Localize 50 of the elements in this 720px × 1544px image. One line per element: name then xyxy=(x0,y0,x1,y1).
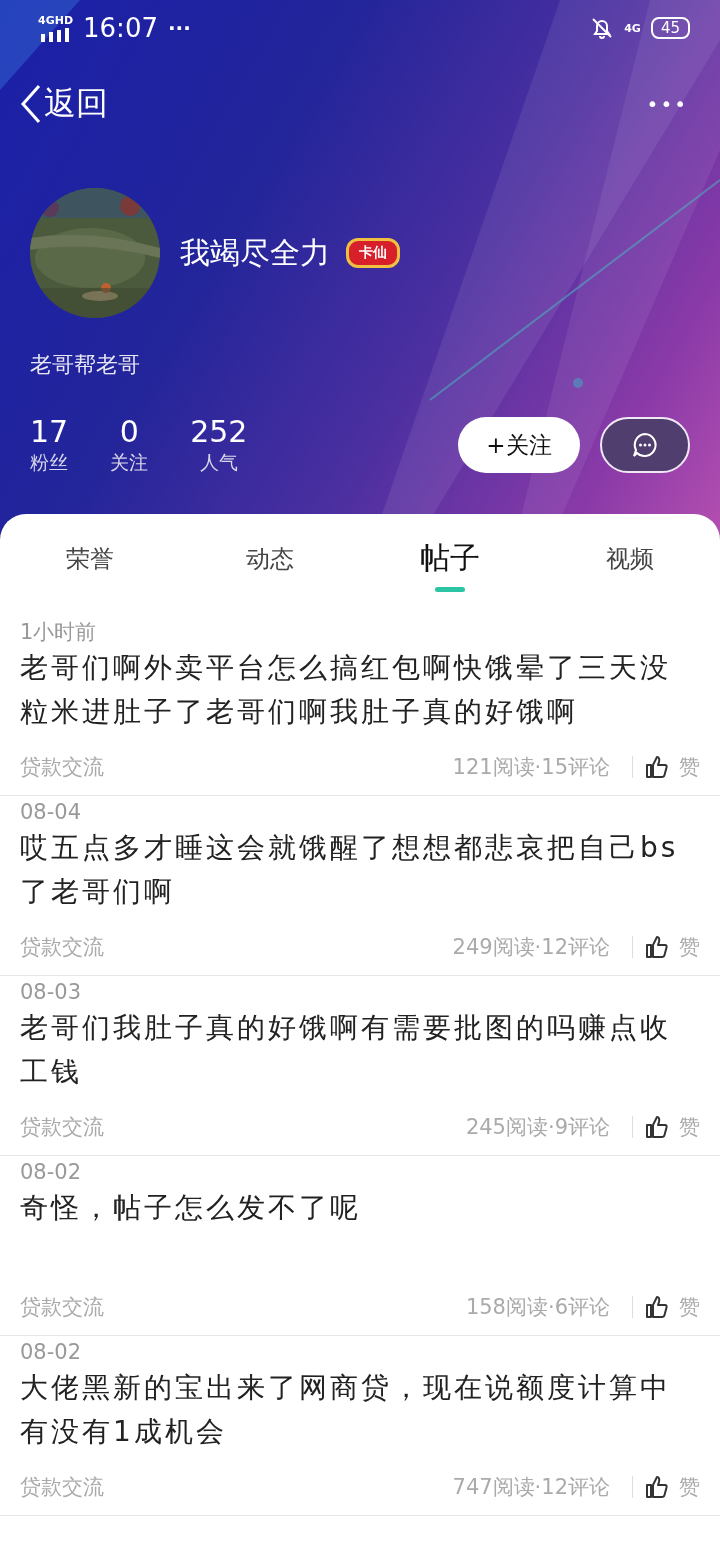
post-title[interactable]: 老哥们啊外卖平台怎么搞红包啊快饿晕了三天没粒米进肚子了老哥们啊我肚子真的好饿啊 xyxy=(20,646,700,734)
back-chevron-icon xyxy=(20,84,42,124)
post-stats: 245阅读·9评论 xyxy=(465,1114,610,1141)
tab[interactable]: 视频 xyxy=(540,514,720,616)
post-title[interactable]: 老哥们我肚子真的好饿啊有需要批图的吗赚点收工钱 xyxy=(20,1006,700,1094)
follow-button[interactable]: +关注 xyxy=(458,417,580,473)
post-time: 08-02 xyxy=(20,1339,83,1366)
more-button[interactable]: ••• xyxy=(640,91,694,117)
post-stats: 121阅读·15评论 xyxy=(452,754,610,781)
chat-bubble-icon xyxy=(632,432,658,458)
battery-level: 45 xyxy=(650,17,690,39)
network-label: 4GHD xyxy=(38,14,74,27)
stat-value: 0 xyxy=(119,414,139,450)
signal-icon xyxy=(40,27,71,42)
post-title[interactable]: 奇怪，帖子怎么发不了呢 xyxy=(20,1186,700,1274)
post-stats: 747阅读·12评论 xyxy=(452,1474,610,1501)
tab[interactable]: 帖子 xyxy=(360,514,540,616)
user-name: 我竭尽全力 xyxy=(180,233,330,272)
post-category: 贷款交流 xyxy=(20,1474,104,1501)
post-time: 1小时前 xyxy=(20,619,98,646)
stat-label: 人气 xyxy=(199,450,238,475)
post-category: 贷款交流 xyxy=(20,1114,104,1141)
post-time: 08-02 xyxy=(20,1159,83,1186)
thumbs-up-icon xyxy=(645,1115,669,1139)
back-button[interactable]: 返回 xyxy=(20,82,108,126)
stat-label: 关注 xyxy=(110,450,149,475)
thumbs-up-icon xyxy=(645,935,669,959)
mobile-data-label: 4G xyxy=(624,21,641,35)
post-time: 08-03 xyxy=(20,979,83,1006)
post-title[interactable]: 大佬黑新的宝出来了网商贷，现在说额度计算中有没有1成机会 xyxy=(20,1366,700,1454)
thumbs-up-icon xyxy=(645,755,669,779)
thumbs-up-icon xyxy=(645,1475,669,1499)
time: 16:07 xyxy=(83,13,158,43)
message-button[interactable] xyxy=(600,417,690,473)
stat-value: 252 xyxy=(190,414,248,450)
post-category: 贷款交流 xyxy=(20,934,104,961)
post-category: 贷款交流 xyxy=(20,1294,104,1321)
stat-label: 粉丝 xyxy=(30,450,69,475)
post-stats: 158阅读·6评论 xyxy=(465,1294,610,1321)
tab[interactable]: 荣誉 xyxy=(0,514,180,616)
stat-value: 17 xyxy=(30,414,69,450)
more-indicator: ··· xyxy=(167,16,191,40)
post-title[interactable]: 哎五点多才睡这会就饿醒了想想都悲哀把自己bs了老哥们啊 xyxy=(20,826,700,914)
level-badge: 卡仙 xyxy=(346,238,400,268)
user-bio: 老哥帮老哥 xyxy=(29,351,141,379)
thumbs-up-icon xyxy=(645,1295,669,1319)
tab[interactable]: 动态 xyxy=(180,514,360,616)
post-stats: 249阅读·12评论 xyxy=(452,934,610,961)
post-category: 贷款交流 xyxy=(20,754,104,781)
post-time: 08-04 xyxy=(20,799,83,826)
